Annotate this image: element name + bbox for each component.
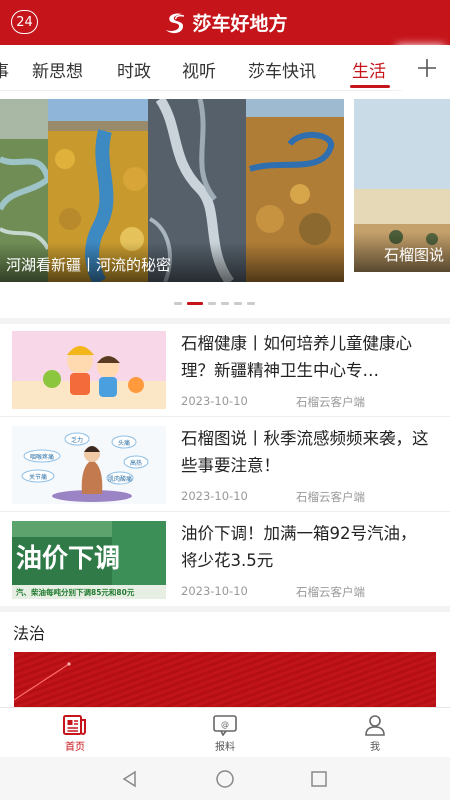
newspaper-icon [63, 715, 86, 735]
symptom-label: 关节痛 [29, 473, 47, 481]
children-illustration-image [12, 331, 166, 409]
nav-profile-label: 我 [370, 742, 380, 753]
news-thumbnail: 乏力 头痛 咽喉疼痛 高热 关节痛 肌肉酸痛 [12, 426, 166, 504]
nav-home[interactable]: 首页 [45, 714, 105, 753]
news-source: 石榴云客户端 [296, 395, 365, 409]
news-date: 2023-10-10 [181, 584, 248, 598]
carousel-dot [221, 302, 229, 305]
nav-profile[interactable]: 我 [345, 714, 405, 753]
section-banner[interactable] [14, 652, 436, 712]
recents-square-icon[interactable] [309, 769, 329, 789]
tab-shenghuo[interactable]: 生活 [352, 57, 386, 82]
home-circle-icon[interactable] [215, 769, 235, 789]
news-date: 2023-10-10 [181, 489, 248, 503]
thumb-subline: 汽、柴油每吨分别下调85元和80元 [16, 587, 135, 597]
symptom-label: 头痛 [118, 439, 130, 447]
news-source: 石榴云客户端 [296, 585, 365, 599]
active-tab-indicator [350, 85, 390, 88]
divider [0, 606, 450, 612]
gas-price-image: 油价下调 汽、柴油每吨分别下调85元和80元 [12, 521, 166, 599]
tab-partial[interactable]: 事 [0, 57, 9, 82]
nav-report[interactable]: @ 报料 [195, 714, 255, 753]
carousel-dot [234, 302, 242, 305]
news-thumbnail: 油价下调 汽、柴油每吨分别下调85元和80元 [12, 521, 166, 599]
app-title: 莎车好地方 [192, 13, 288, 35]
symptom-label: 咽喉疼痛 [30, 453, 54, 461]
news-item[interactable]: 油价下调 汽、柴油每吨分别下调85元和80元 油价下调！加满一箱92号汽油，将少… [0, 512, 450, 606]
carousel-slide-main[interactable]: 河湖看新疆丨河流的秘密 [0, 99, 344, 282]
plus-icon [417, 59, 436, 77]
thumb-headline: 油价下调 [16, 544, 120, 574]
app-header: 24 莎车好地方 [0, 0, 450, 45]
app-brand: 莎车好地方 [162, 9, 288, 36]
news-date: 2023-10-10 [181, 394, 248, 408]
section-title[interactable]: 法治 [13, 620, 45, 644]
news-title: 油价下调！加满一箱92号汽油，将少花3.5元 [181, 524, 417, 570]
symptom-label: 高热 [130, 459, 142, 467]
symptom-label: 肌肉酸痛 [108, 475, 132, 483]
flu-illustration-image: 乏力 头痛 咽喉疼痛 高热 关节痛 肌肉酸痛 [12, 426, 166, 504]
news-title: 石榴健康丨如何培养儿童健康心理？新疆精神卫生中心专… [181, 334, 412, 380]
banner-carousel[interactable]: 河湖看新疆丨河流的秘密 石榴图说 [0, 91, 450, 321]
tab-shiting[interactable]: 视听 [182, 57, 216, 82]
news-title: 石榴图说丨秋季流感频频来袭，这些事要注意！ [181, 429, 429, 475]
carousel-dot-active [187, 302, 203, 305]
anniversary-badge[interactable]: 24 [11, 10, 38, 34]
tab-xinsixiang[interactable]: 新思想 [32, 57, 83, 82]
user-icon [365, 715, 385, 736]
news-source: 石榴云客户端 [296, 490, 365, 504]
add-channel-button[interactable] [403, 45, 450, 91]
carousel-indicator [174, 302, 255, 305]
carousel-caption-next: 石榴图说 [354, 232, 450, 272]
news-item[interactable]: 石榴健康丨如何培养儿童健康心理？新疆精神卫生中心专… 2023-10-10 石榴… [0, 322, 450, 416]
tab-shache-kuaixun[interactable]: 莎车快讯 [248, 57, 316, 82]
nav-report-label: 报料 [215, 742, 235, 753]
svg-text:@: @ [221, 720, 229, 729]
carousel-slide-next[interactable]: 石榴图说 [354, 99, 450, 272]
news-item[interactable]: 乏力 头痛 咽喉疼痛 高热 关节痛 肌肉酸痛 石榴图说丨秋季流感频频来袭，这些事… [0, 417, 450, 511]
symptom-label: 乏力 [71, 436, 83, 444]
carousel-dot [174, 302, 182, 305]
nav-home-label: 首页 [65, 742, 85, 753]
tab-shizheng[interactable]: 时政 [117, 57, 151, 82]
brand-logo-icon [166, 12, 185, 33]
carousel-dot [247, 302, 255, 305]
category-tabs: 事 新思想 时政 视听 莎车快讯 生活 [0, 45, 450, 91]
chat-icon: @ [213, 715, 237, 736]
system-navigation-bar [0, 757, 450, 800]
carousel-caption-main: 河湖看新疆丨河流的秘密 [0, 242, 344, 282]
banner-decoration-image [14, 662, 71, 701]
bottom-navigation: 首页 @ 报料 我 [0, 707, 450, 757]
news-thumbnail [12, 331, 166, 409]
back-triangle-icon[interactable] [120, 769, 140, 789]
carousel-dot [208, 302, 216, 305]
